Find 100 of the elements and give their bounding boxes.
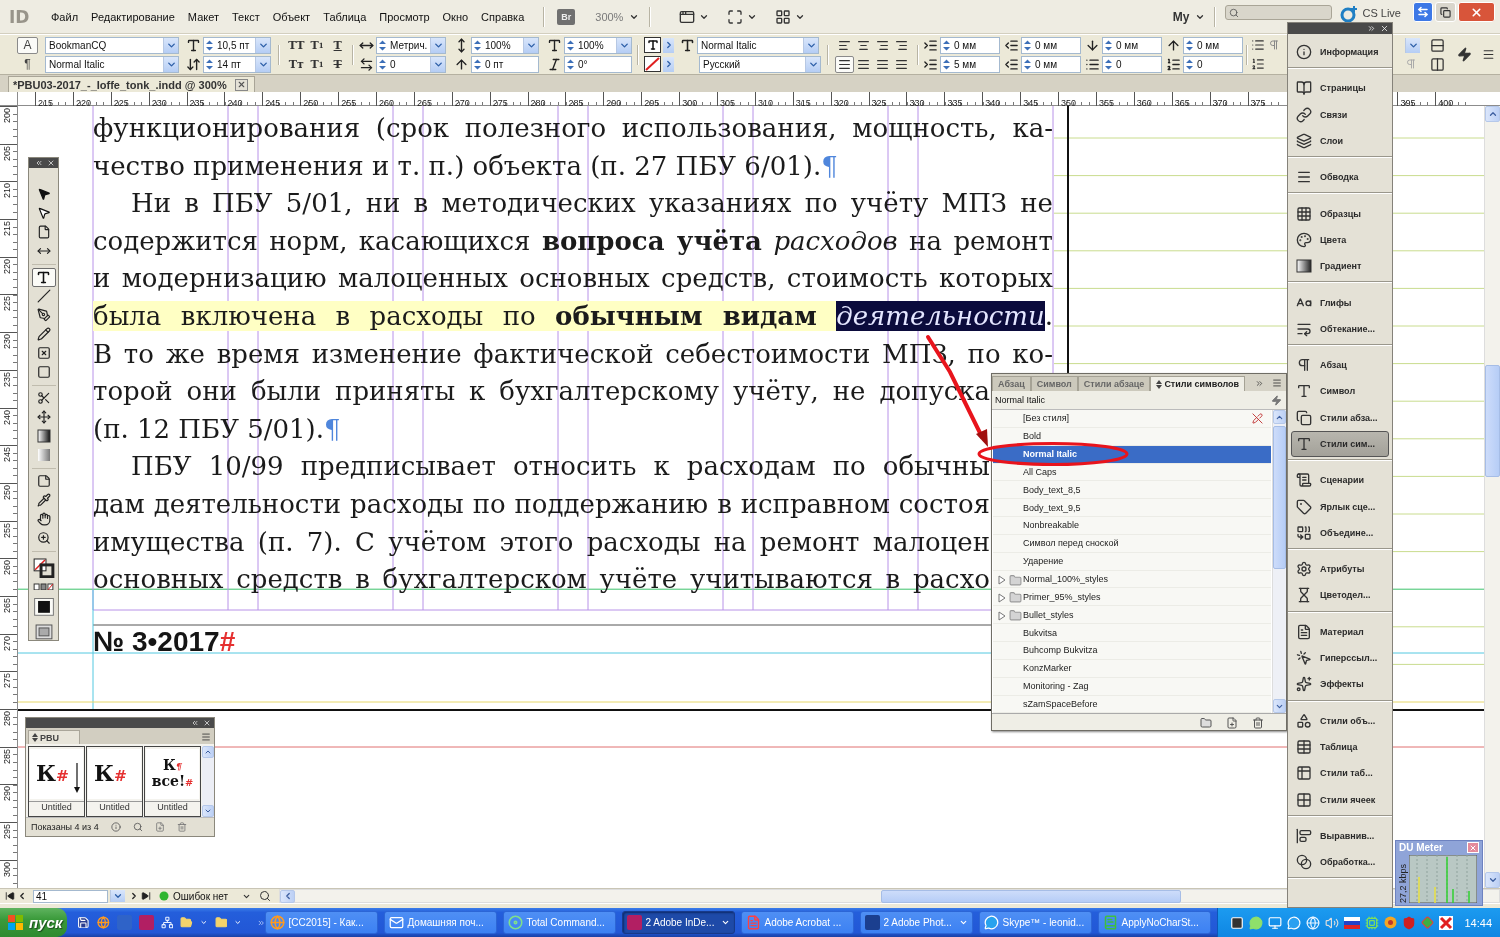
style-item[interactable]: Body_text_8,5	[993, 481, 1271, 500]
style-item[interactable]: Body_text_9,5	[993, 499, 1271, 518]
panel-tab[interactable]: Стили символов	[1150, 376, 1246, 391]
text-style-button[interactable]: TT	[287, 36, 306, 54]
language-dropdown[interactable]: Русский	[699, 55, 821, 73]
number-field[interactable]: 5 мм	[940, 55, 1000, 73]
text-style-button[interactable]: T	[328, 36, 347, 54]
library-item[interactable]: К¶ все!# Untitled	[144, 746, 201, 817]
menu-item[interactable]: Объект	[266, 8, 317, 25]
menu-item[interactable]: Макет	[181, 8, 225, 25]
search-field[interactable]	[1225, 5, 1333, 20]
taskbar-button[interactable]: 2 Adobe InDe...	[622, 911, 736, 934]
spinner-arrows-icon[interactable]	[942, 38, 951, 52]
panel-button[interactable]: Символ	[1291, 378, 1389, 405]
lightning-icon[interactable]	[1457, 47, 1472, 62]
spinner-arrows-icon[interactable]	[473, 57, 482, 71]
arrange-button[interactable]	[775, 8, 806, 25]
screen-mode-button[interactable]	[679, 8, 710, 25]
fill-stroke-icon[interactable]	[32, 557, 55, 578]
no-stroke-swatch-icon[interactable]	[644, 56, 661, 72]
spinner-arrows-icon[interactable]	[378, 57, 387, 71]
magnifier-icon[interactable]	[259, 890, 272, 902]
menu-item[interactable]: Редактирование	[85, 8, 181, 25]
trash-icon[interactable]	[1252, 716, 1264, 729]
number-field[interactable]: 0	[1183, 55, 1243, 73]
panel-button[interactable]: Информация	[1291, 39, 1389, 66]
restore-button[interactable]	[1435, 2, 1456, 22]
folder-icon[interactable]	[180, 915, 194, 930]
spinner-arrows-icon[interactable]	[378, 38, 387, 52]
double-chevron-icon[interactable]	[1255, 379, 1264, 388]
number-field[interactable]: 100%	[564, 36, 632, 54]
font-family-dropdown[interactable]: BookmanCQ	[45, 36, 179, 54]
panel-button[interactable]: Выравнив...	[1291, 822, 1389, 849]
close-icon[interactable]	[47, 159, 55, 167]
floppy-icon[interactable]	[77, 915, 91, 930]
spinner-arrows-icon[interactable]	[1104, 38, 1113, 52]
style-item[interactable]: Bullet_styles	[993, 606, 1271, 625]
panel-button[interactable]: Стили абза...	[1291, 404, 1389, 431]
double-chevron-icon[interactable]	[1367, 24, 1376, 33]
dropdown-button[interactable]	[1405, 37, 1420, 53]
tool-button[interactable]	[31, 267, 56, 287]
scroll-down-button[interactable]	[1485, 872, 1500, 888]
ring-plus-icon[interactable]	[1340, 4, 1359, 23]
spinner-arrows-icon[interactable]	[205, 57, 214, 71]
dropdown-button[interactable]	[110, 890, 125, 902]
library-item[interactable]: К# Untitled	[86, 746, 143, 817]
preflight-status[interactable]: Ошибок нет	[159, 890, 229, 902]
panel-button[interactable]: Гиперссыл...	[1291, 644, 1389, 672]
scroll-down-button[interactable]	[202, 805, 214, 817]
previous-page-icon[interactable]	[17, 891, 27, 901]
mode-button[interactable]: ¶	[17, 55, 38, 73]
menu-item[interactable]: Текст	[226, 8, 266, 25]
number-field[interactable]: 0 мм	[1021, 36, 1081, 54]
normal-view-icon[interactable]	[33, 598, 54, 617]
number-field[interactable]: 0 мм	[1183, 36, 1243, 54]
double-chevron-icon[interactable]	[35, 159, 43, 167]
expand-triangle-icon[interactable]	[998, 575, 1006, 586]
number-field[interactable]: 0 мм	[1021, 55, 1081, 73]
text-style-button[interactable]: T	[328, 55, 347, 73]
first-page-icon[interactable]	[5, 891, 15, 901]
number-field[interactable]: 0	[376, 55, 446, 73]
menu-item[interactable]: Справка	[475, 8, 531, 25]
scroll-thumb[interactable]	[1273, 426, 1286, 569]
align-button[interactable]	[835, 55, 854, 73]
number-field[interactable]: 100%	[471, 36, 539, 54]
panel-button[interactable]: Таблица	[1291, 733, 1389, 761]
style-item[interactable]: Bukvitsa	[993, 624, 1271, 642]
panel-button[interactable]: Глифы	[1291, 289, 1389, 316]
panel-button[interactable]: Обводка	[1291, 164, 1389, 191]
style-item[interactable]: Primer_95%_styles	[993, 588, 1271, 607]
spinner-arrows-icon[interactable]	[1185, 38, 1194, 52]
globe-icon[interactable]	[97, 915, 110, 930]
scroll-down-button[interactable]	[1273, 699, 1286, 714]
spinner-arrows-icon[interactable]	[1185, 57, 1194, 71]
spinner-arrows-icon[interactable]	[205, 38, 214, 52]
spinner-arrows-icon[interactable]	[566, 38, 575, 52]
panel-tab[interactable]: Абзац	[992, 376, 1031, 391]
page-number-field[interactable]: 41	[33, 889, 108, 903]
view-mode-button[interactable]	[727, 8, 758, 25]
panel-button[interactable]: Абзац	[1291, 351, 1389, 379]
info-icon[interactable]	[110, 822, 121, 832]
spinner-arrows-icon[interactable]	[473, 38, 482, 52]
style-item[interactable]: [Без стиля]	[993, 410, 1271, 428]
panel-button[interactable]: Объедине...	[1291, 519, 1389, 547]
panel-button[interactable]: Образцы	[1291, 200, 1389, 227]
number-field[interactable]: Метрич.	[376, 36, 446, 54]
panel-button[interactable]: Слои	[1291, 127, 1389, 155]
spinner-arrows-icon[interactable]	[1104, 57, 1113, 71]
menu-item[interactable]: Окно	[436, 8, 475, 25]
document-tab[interactable]: *PBU03-2017_-_Ioffe_tonk_.indd @ 300%	[8, 76, 255, 92]
panel-tab[interactable]: PBU	[28, 730, 80, 744]
scroll-up-button[interactable]	[202, 746, 214, 758]
font-style-dropdown[interactable]: Normal Italic	[45, 55, 179, 73]
close-icon[interactable]	[1380, 24, 1389, 33]
menu-item[interactable]: Таблица	[317, 8, 373, 25]
panel-button[interactable]: Атрибуты	[1291, 556, 1389, 583]
scroll-up-button[interactable]	[1273, 410, 1286, 424]
style-item[interactable]: Nonbreakable	[993, 517, 1271, 535]
folder-icon[interactable]	[214, 915, 228, 930]
scroll-up-button[interactable]	[1485, 106, 1500, 122]
